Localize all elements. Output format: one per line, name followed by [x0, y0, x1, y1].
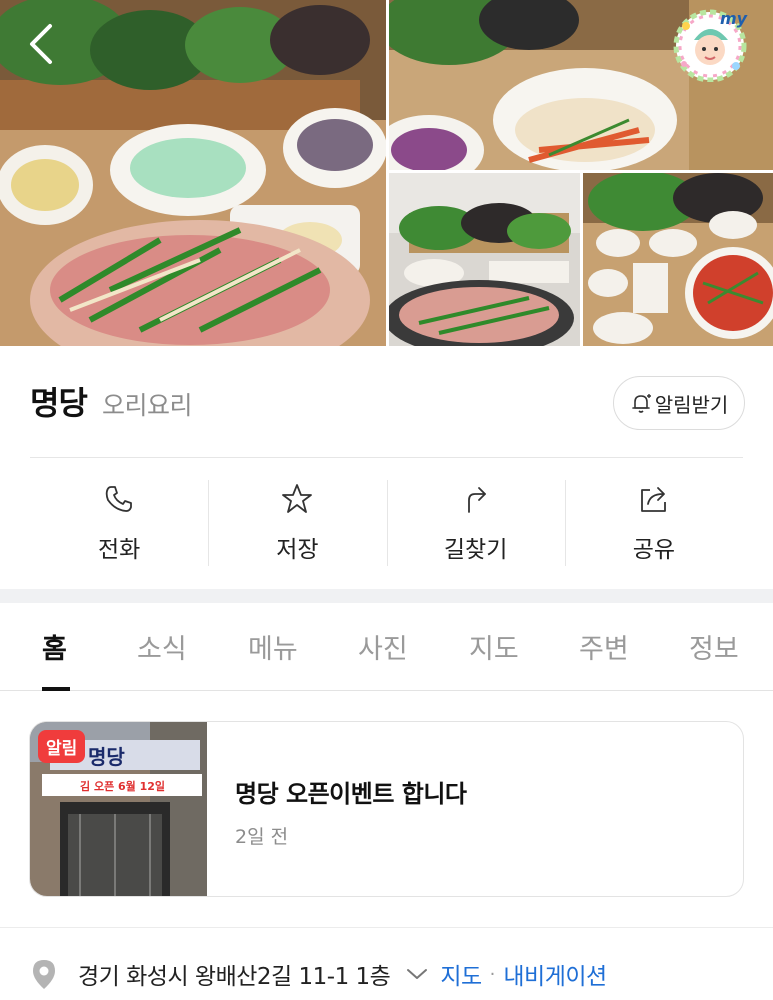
- phone-icon: [105, 486, 133, 512]
- tab-map[interactable]: 지도: [469, 627, 519, 666]
- photo-bottom-left[interactable]: [389, 173, 580, 346]
- tab-news[interactable]: 소식: [137, 627, 187, 666]
- tab-menu[interactable]: 메뉴: [248, 627, 298, 666]
- photo-bottom-right[interactable]: [583, 173, 773, 346]
- call-label: 전화: [97, 537, 141, 563]
- tab-photos[interactable]: 사진: [358, 627, 408, 666]
- my-profile-avatar-icon: my: [673, 9, 748, 83]
- save-label: 저장: [276, 537, 319, 563]
- star-icon: [282, 484, 313, 513]
- notice-card[interactable]: 명당 김 오픈 6월 12일 알림 명당 오픈이벤트 합니다 2일 전: [29, 721, 744, 897]
- directions-icon: [467, 487, 486, 513]
- save-button[interactable]: 저장: [208, 478, 386, 568]
- svg-text:my: my: [720, 9, 748, 28]
- divider: [0, 927, 773, 928]
- place-name: 명당: [30, 384, 88, 422]
- svg-text:김 오픈 6월 12일: 김 오픈 6월 12일: [80, 779, 165, 793]
- action-bar: 전화 저장 길찾기 공유: [30, 478, 743, 568]
- svg-text:명당: 명당: [88, 745, 125, 769]
- active-tab-indicator: [42, 687, 70, 691]
- divider: [30, 457, 743, 458]
- chevron-down-icon[interactable]: [406, 967, 428, 981]
- tab-info[interactable]: 정보: [689, 627, 739, 666]
- share-button[interactable]: 공유: [564, 478, 743, 568]
- my-profile-button[interactable]: my: [672, 6, 750, 83]
- navigation-link[interactable]: 내비게이션: [503, 957, 607, 991]
- notice-thumbnail: 명당 김 오픈 6월 12일 알림: [30, 722, 207, 896]
- section-separator: [0, 589, 773, 603]
- back-button[interactable]: [22, 20, 62, 68]
- tab-nearby[interactable]: 주변: [579, 627, 629, 666]
- map-link[interactable]: 지도: [440, 957, 482, 991]
- bell-plus-icon: [631, 394, 651, 413]
- address-row: 경기 화성시 왕배산2길 11-1 1층 지도 · 내비게이션: [30, 952, 760, 996]
- tab-home[interactable]: 홈: [42, 627, 67, 666]
- place-header: 명당 오리요리 알림받기: [30, 372, 745, 432]
- directions-button[interactable]: 길찾기: [386, 478, 565, 568]
- photo-gallery: my: [0, 0, 773, 346]
- address-text: 경기 화성시 왕배산2길 11-1 1층: [78, 964, 391, 990]
- alarm-subscribe-button[interactable]: 알림받기: [613, 376, 745, 430]
- share-label: 공유: [632, 537, 676, 563]
- location-pin-icon: [33, 960, 55, 989]
- link-separator: ·: [489, 963, 496, 985]
- directions-label: 길찾기: [443, 537, 508, 563]
- back-arrow-icon: [30, 24, 52, 64]
- notice-timestamp: 2일 전: [235, 826, 289, 848]
- share-icon: [640, 487, 666, 512]
- call-button[interactable]: 전화: [30, 478, 208, 568]
- notice-badge: 알림: [38, 730, 86, 763]
- alarm-subscribe-label: 알림받기: [654, 392, 729, 417]
- notice-title: 명당 오픈이벤트 합니다: [235, 780, 467, 808]
- place-category: 오리요리: [102, 391, 193, 420]
- tab-bar: 홈 소식 메뉴 사진 지도 주변 정보: [0, 603, 773, 691]
